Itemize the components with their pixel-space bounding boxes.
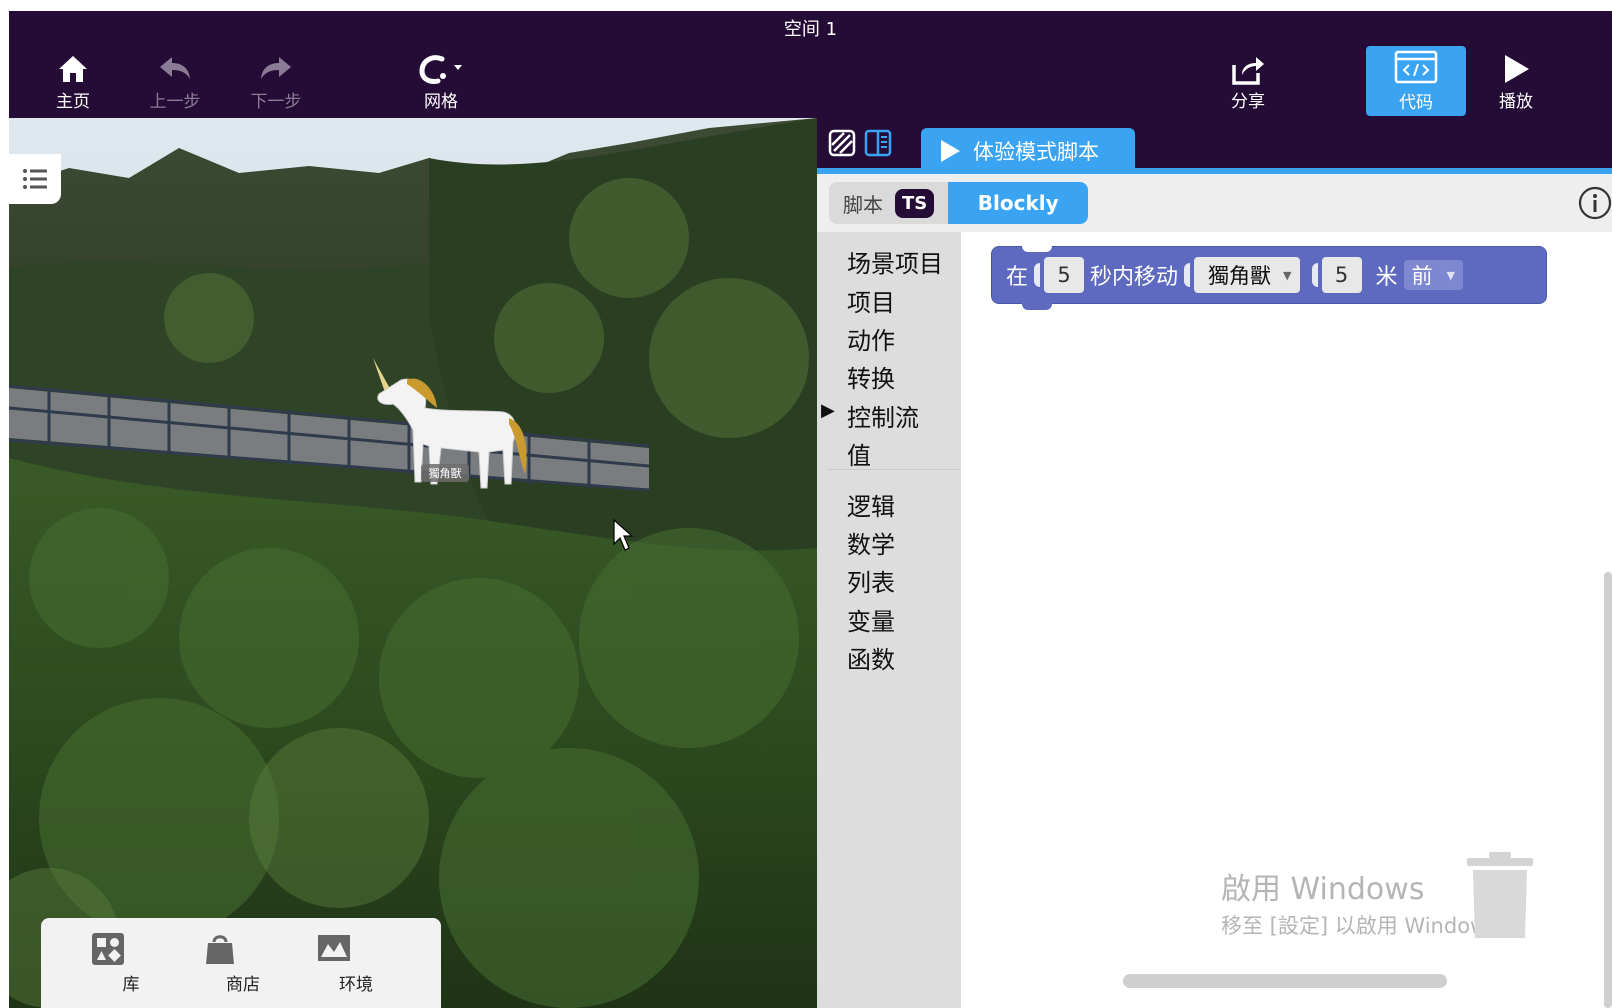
toolbox-category-scene-items[interactable]: 场景项目 xyxy=(847,244,943,279)
list-icon xyxy=(23,169,47,189)
trash-can-button[interactable] xyxy=(1465,852,1535,942)
toolbox-category-values[interactable]: 值 xyxy=(847,436,871,471)
library-icon xyxy=(92,933,124,965)
scene-viewport[interactable]: 獨角獸 库 商店 环境 xyxy=(9,118,817,1008)
home-button[interactable]: 主页 xyxy=(35,51,111,115)
dropdown-caret-icon: ▼ xyxy=(1446,268,1455,282)
play-icon xyxy=(941,140,960,162)
dropdown-caret-icon: ▼ xyxy=(1283,268,1292,282)
library-label: 库 xyxy=(122,975,140,995)
play-button[interactable]: 播放 xyxy=(1478,51,1554,115)
hatch-toggle-icon[interactable] xyxy=(827,128,857,158)
environment-icon xyxy=(318,935,350,961)
play-label: 播放 xyxy=(1499,92,1533,112)
script-tab-label: 体验模式脚本 xyxy=(973,140,1099,164)
redo-label: 下一步 xyxy=(250,92,302,112)
block-text-move: 秒内移动 xyxy=(1090,265,1179,290)
undo-button[interactable]: 上一步 xyxy=(137,51,213,115)
toolbox-category-lists[interactable]: 列表 xyxy=(847,563,895,598)
home-label: 主页 xyxy=(56,92,90,112)
magnet-icon xyxy=(403,51,479,87)
selected-category-arrow-icon: ▶ xyxy=(821,400,835,421)
toolbox-category-control-flow[interactable]: 控制流 xyxy=(847,398,919,433)
target-dropdown-value: 獨角獸 xyxy=(1208,264,1272,288)
blockly-workspace[interactable]: 在 5 秒内移动 獨角獸 ▼ 5 米 前 ▼ 啟用 Windows 移至 [設定… xyxy=(961,232,1612,1008)
ts-badge: TS xyxy=(895,188,935,218)
scene-background: 獨角獸 xyxy=(9,118,817,1008)
split-view-icon[interactable] xyxy=(863,128,893,158)
toolbox-category-items[interactable]: 项目 xyxy=(847,283,895,318)
language-mode-bar: 脚本 TS Blockly xyxy=(817,174,1612,232)
home-icon xyxy=(35,51,111,87)
grid-label: 网格 xyxy=(424,92,458,112)
share-icon xyxy=(1210,51,1286,87)
vertical-scrollbar[interactable] xyxy=(1604,572,1612,1008)
editor-tab-bar: 体验模式脚本 xyxy=(817,118,1612,174)
toolbox-category-transform[interactable]: 转换 xyxy=(847,359,895,394)
play-icon xyxy=(1478,51,1554,87)
toolbox-category-math[interactable]: 数学 xyxy=(847,525,895,560)
redo-button[interactable]: 下一步 xyxy=(238,51,314,115)
horizontal-scrollbar[interactable] xyxy=(1123,974,1447,988)
code-icon xyxy=(1366,46,1466,88)
environment-button[interactable]: 环境 xyxy=(316,932,396,995)
trash-icon xyxy=(1467,852,1533,938)
info-icon xyxy=(1578,186,1612,220)
object-name-tag: 獨角獸 xyxy=(429,466,462,480)
script-mode-button[interactable]: 脚本 TS xyxy=(829,182,949,224)
code-editor-panel: 体验模式脚本 脚本 TS Blockly 场景项目 项目 动作 转换 ▶ 控制流… xyxy=(817,118,1612,1008)
app-window: 空间 1 主页 上一步 下一步 网格 分享 代码 播放 獨角獸 库 商店 环境 … xyxy=(9,11,1612,1008)
move-block[interactable]: 在 5 秒内移动 獨角獸 ▼ 5 米 前 ▼ xyxy=(991,246,1547,310)
toolbox-category-actions[interactable]: 动作 xyxy=(847,321,895,356)
script-mode-label: 脚本 xyxy=(843,192,883,217)
grid-snap-button[interactable]: 网格 xyxy=(403,51,479,115)
scene-outline-button[interactable] xyxy=(9,154,61,204)
seconds-input[interactable]: 5 xyxy=(1044,257,1085,293)
share-label: 分享 xyxy=(1231,92,1265,112)
direction-dropdown-value: 前 xyxy=(1411,264,1433,288)
block-text-in: 在 xyxy=(1006,265,1029,290)
blockly-mode-button[interactable]: Blockly xyxy=(948,182,1089,224)
environment-label: 环境 xyxy=(339,975,373,995)
code-label: 代码 xyxy=(1399,93,1433,113)
target-dropdown[interactable]: 獨角獸 ▼ xyxy=(1194,257,1300,293)
toolbox-category-variables[interactable]: 变量 xyxy=(847,602,895,637)
library-button[interactable]: 库 xyxy=(91,932,171,995)
shopping-bag-icon xyxy=(206,935,234,964)
info-button[interactable] xyxy=(1578,186,1612,220)
toolbox-separator xyxy=(827,469,961,470)
shop-label: 商店 xyxy=(226,975,260,995)
shop-button[interactable]: 商店 xyxy=(203,932,283,995)
blockly-toolbox: 场景项目 项目 动作 转换 ▶ 控制流 值 逻辑 数学 列表 变量 函数 xyxy=(817,232,961,1008)
top-toolbar: 空间 1 主页 上一步 下一步 网格 分享 代码 播放 xyxy=(9,11,1612,118)
code-button[interactable]: 代码 xyxy=(1366,46,1466,116)
distance-input[interactable]: 5 xyxy=(1321,257,1362,293)
toolbox-category-functions[interactable]: 函数 xyxy=(847,640,895,675)
language-switch: 脚本 TS Blockly xyxy=(829,182,1089,224)
redo-icon xyxy=(238,51,314,87)
undo-icon xyxy=(137,51,213,87)
space-title: 空间 1 xyxy=(783,19,838,40)
share-button[interactable]: 分享 xyxy=(1210,51,1286,115)
undo-label: 上一步 xyxy=(149,92,201,112)
direction-dropdown[interactable]: 前 ▼ xyxy=(1403,260,1463,290)
bottom-dock: 库 商店 环境 xyxy=(41,918,441,1008)
toolbox-category-logic[interactable]: 逻辑 xyxy=(847,487,895,522)
block-text-meters: 米 xyxy=(1375,265,1398,290)
